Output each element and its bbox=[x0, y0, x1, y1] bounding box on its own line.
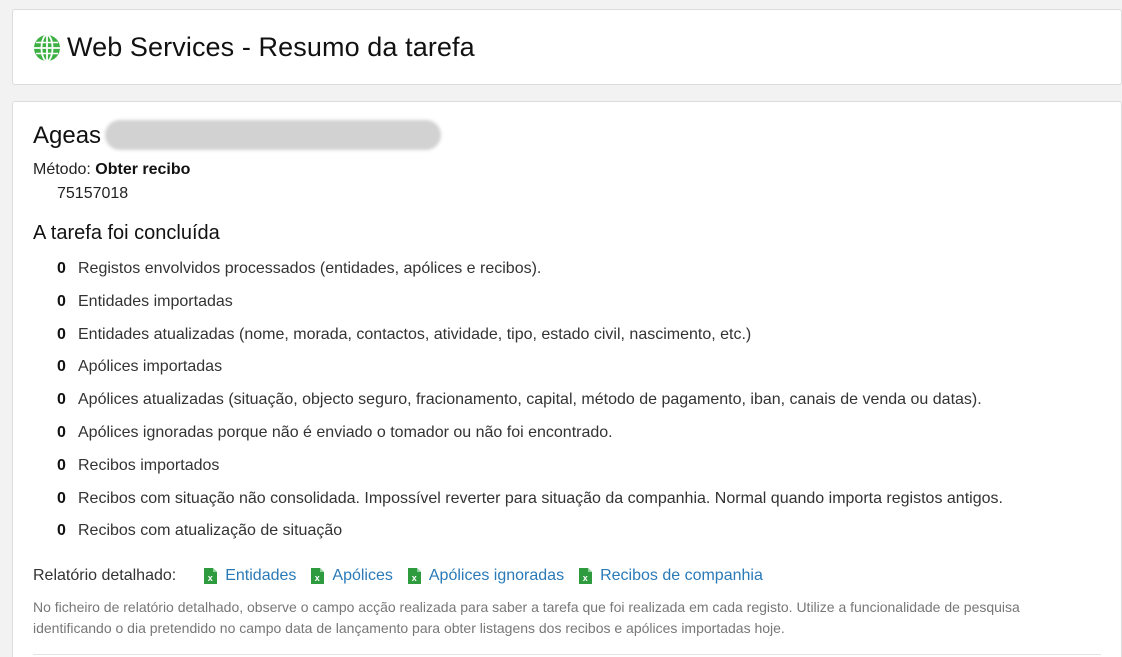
stat-item: 0 Apólices importadas bbox=[57, 358, 1003, 391]
report-label: Relatório detalhado: bbox=[33, 567, 177, 584]
method-reference: 75157018 bbox=[57, 185, 129, 202]
status-title: A tarefa foi concluída bbox=[33, 222, 220, 244]
excel-icon: x bbox=[407, 568, 421, 584]
stat-desc: Entidades importadas bbox=[78, 292, 233, 310]
stat-item: 0 Entidades importadas bbox=[57, 293, 1003, 326]
detailed-report-row: Relatório detalhado: x Entidades x Apóli… bbox=[33, 567, 778, 585]
stat-desc: Recibos importados bbox=[78, 456, 220, 474]
excel-icon: x bbox=[311, 568, 325, 584]
stat-item: 0 Recibos com situação não consolidada. I… bbox=[57, 490, 1003, 523]
report-link-label: Recibos de companhia bbox=[600, 567, 763, 584]
stat-desc: Recibos com atualização de situação bbox=[78, 522, 343, 540]
excel-icon: x bbox=[204, 568, 218, 584]
stat-count: 0 bbox=[57, 391, 66, 409]
redaction-overlay bbox=[105, 120, 441, 150]
svg-text:x: x bbox=[315, 573, 320, 583]
title-row: Web Services - Resumo da tarefa bbox=[33, 32, 475, 63]
svg-text:x: x bbox=[583, 573, 588, 583]
report-link-label: Entidades bbox=[225, 567, 297, 584]
report-link-label: Apólices ignoradas bbox=[428, 567, 565, 584]
task-summary-card: Ageas Método: Obter recibo 75157018 A ta… bbox=[12, 101, 1122, 657]
report-link-entidades[interactable]: x Entidades bbox=[204, 567, 296, 585]
stat-count: 0 bbox=[57, 456, 66, 474]
stat-count: 0 bbox=[57, 260, 66, 277]
report-link-apolices-ignoradas[interactable]: x Apólices ignoradas bbox=[407, 567, 565, 585]
stat-count: 0 bbox=[57, 522, 66, 540]
stat-desc: Apólices ignoradas porque não é enviado … bbox=[78, 423, 613, 441]
method-value: Obter recibo bbox=[95, 161, 191, 178]
divider bbox=[33, 654, 1101, 655]
page-title: Web Services - Resumo da tarefa bbox=[67, 32, 475, 62]
report-link-label: Apólices bbox=[332, 567, 393, 584]
stat-item: 0 Registos envolvidos processados (entida… bbox=[57, 260, 1003, 293]
stat-item: 0 Apólices ignoradas porque não é enviado… bbox=[57, 424, 1003, 457]
stat-desc: Apólices importadas bbox=[78, 358, 223, 376]
stat-count: 0 bbox=[57, 489, 66, 507]
entity-name: Ageas bbox=[33, 122, 102, 149]
stat-count: 0 bbox=[57, 292, 66, 310]
stat-item: 0 Recibos com atualização de situação bbox=[57, 522, 1003, 555]
stat-desc: Apólices atualizadas (situação, objecto … bbox=[78, 391, 982, 409]
stats-list: 0 Registos envolvidos processados (entida… bbox=[57, 260, 1003, 555]
stat-count: 0 bbox=[57, 325, 66, 343]
svg-text:x: x bbox=[412, 573, 417, 583]
stat-desc: Recibos com situação não consolidada. Im… bbox=[78, 489, 1003, 507]
globe-icon bbox=[33, 33, 61, 62]
stat-desc: Registos envolvidos processados (entidad… bbox=[78, 260, 542, 277]
report-link-recibos-companhia[interactable]: x Recibos de companhia bbox=[579, 567, 763, 585]
stat-count: 0 bbox=[57, 423, 66, 441]
svg-text:x: x bbox=[208, 573, 213, 583]
entity-row: Ageas bbox=[33, 120, 441, 152]
method-label: Método: bbox=[33, 161, 91, 178]
method-row: Método: Obter recibo bbox=[33, 161, 190, 179]
header-card: Web Services - Resumo da tarefa bbox=[12, 9, 1122, 85]
stat-item: 0 Recibos importados bbox=[57, 457, 1003, 490]
stat-desc: Entidades atualizadas (nome, morada, con… bbox=[78, 325, 752, 343]
stat-item: 0 Apólices atualizadas (situação, objecto… bbox=[57, 391, 1003, 424]
stat-count: 0 bbox=[57, 358, 66, 376]
stat-item: 0 Entidades atualizadas (nome, morada, co… bbox=[57, 326, 1003, 359]
excel-icon: x bbox=[579, 568, 593, 584]
report-help-note: No ficheiro de relatório detalhado, obse… bbox=[33, 599, 1020, 636]
report-link-apolices[interactable]: x Apólices bbox=[311, 567, 393, 585]
